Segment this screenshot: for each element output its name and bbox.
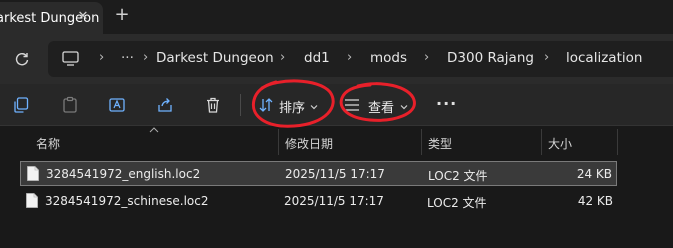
chevron-down-icon [400, 100, 408, 114]
paste-icon[interactable] [61, 96, 79, 114]
column-header-type[interactable]: 类型 [428, 135, 452, 152]
rename-icon[interactable] [108, 96, 126, 114]
breadcrumb-separator: › [347, 50, 353, 65]
file-icon [27, 166, 39, 181]
file-modified: 2025/11/5 17:17 [285, 167, 385, 181]
title-bar: Darkest Dungeon ✕ + [0, 0, 673, 34]
sort-icon [258, 97, 274, 116]
this-pc-icon[interactable] [62, 51, 79, 69]
file-size: 24 KB [576, 167, 612, 181]
file-icon [26, 193, 38, 208]
refresh-icon[interactable] [12, 49, 32, 69]
close-icon[interactable]: ✕ [74, 8, 92, 26]
file-size: 42 KB [577, 194, 613, 208]
tab-darkest-dungeon[interactable]: Darkest Dungeon ✕ [0, 2, 103, 34]
breadcrumb-separator: › [280, 50, 286, 65]
breadcrumb-separator: › [424, 50, 430, 65]
view-label: 查看 [368, 101, 395, 116]
view-icon [344, 98, 360, 115]
file-modified: 2025/11/5 17:17 [284, 194, 384, 208]
breadcrumb-item-darkest-dungeon[interactable]: Darkest Dungeon [156, 50, 274, 66]
file-name: 3284541972_english.loc2 [46, 167, 201, 181]
file-name: 3284541972_schinese.loc2 [45, 194, 209, 208]
file-type: LOC2 文件 [428, 169, 488, 183]
breadcrumb-item-localization[interactable]: localization [566, 50, 642, 66]
column-header-size[interactable]: 大小 [548, 135, 572, 152]
column-headers: 名称 修改日期 类型 大小 [0, 127, 673, 157]
new-tab-button[interactable]: + [112, 5, 132, 25]
share-icon[interactable] [156, 96, 174, 114]
chevron-down-icon [310, 100, 318, 114]
more-options-button[interactable]: ··· [436, 94, 460, 114]
toolbar-divider [240, 94, 241, 116]
file-type: LOC2 文件 [427, 196, 487, 210]
copy-icon[interactable] [12, 96, 30, 114]
file-row[interactable]: 3284541972_schinese.loc2 2025/11/5 17:17… [20, 189, 617, 214]
column-divider[interactable] [541, 129, 542, 155]
sort-label: 排序 [279, 101, 306, 116]
breadcrumb-separator: › [99, 50, 105, 65]
column-divider[interactable] [278, 129, 279, 155]
breadcrumb[interactable]: › ··· › Darkest Dungeon › dd1 › mods › D… [48, 41, 673, 77]
file-row[interactable]: 3284541972_english.loc2 2025/11/5 17:17 … [20, 161, 617, 186]
column-divider[interactable] [617, 129, 618, 155]
breadcrumb-item-d300-rajang[interactable]: D300 Rajang [447, 50, 534, 66]
view-button[interactable]: 查看 [344, 94, 410, 116]
address-row: › ··· › Darkest Dungeon › dd1 › mods › D… [0, 34, 673, 84]
column-header-name[interactable]: 名称 [36, 135, 60, 152]
breadcrumb-item-mods[interactable]: mods [370, 50, 407, 66]
breadcrumb-separator: › [143, 50, 149, 65]
sort-button[interactable]: 排序 [258, 94, 324, 116]
delete-icon[interactable] [204, 96, 222, 114]
breadcrumb-item-dd1[interactable]: dd1 [304, 50, 330, 66]
breadcrumb-overflow[interactable]: ··· [121, 50, 134, 66]
breadcrumb-separator: › [544, 50, 550, 65]
sort-ascending-icon [149, 126, 159, 136]
command-bar: 排序 查看 ··· [0, 84, 673, 126]
column-header-modified[interactable]: 修改日期 [285, 135, 333, 152]
column-divider[interactable] [421, 129, 422, 155]
